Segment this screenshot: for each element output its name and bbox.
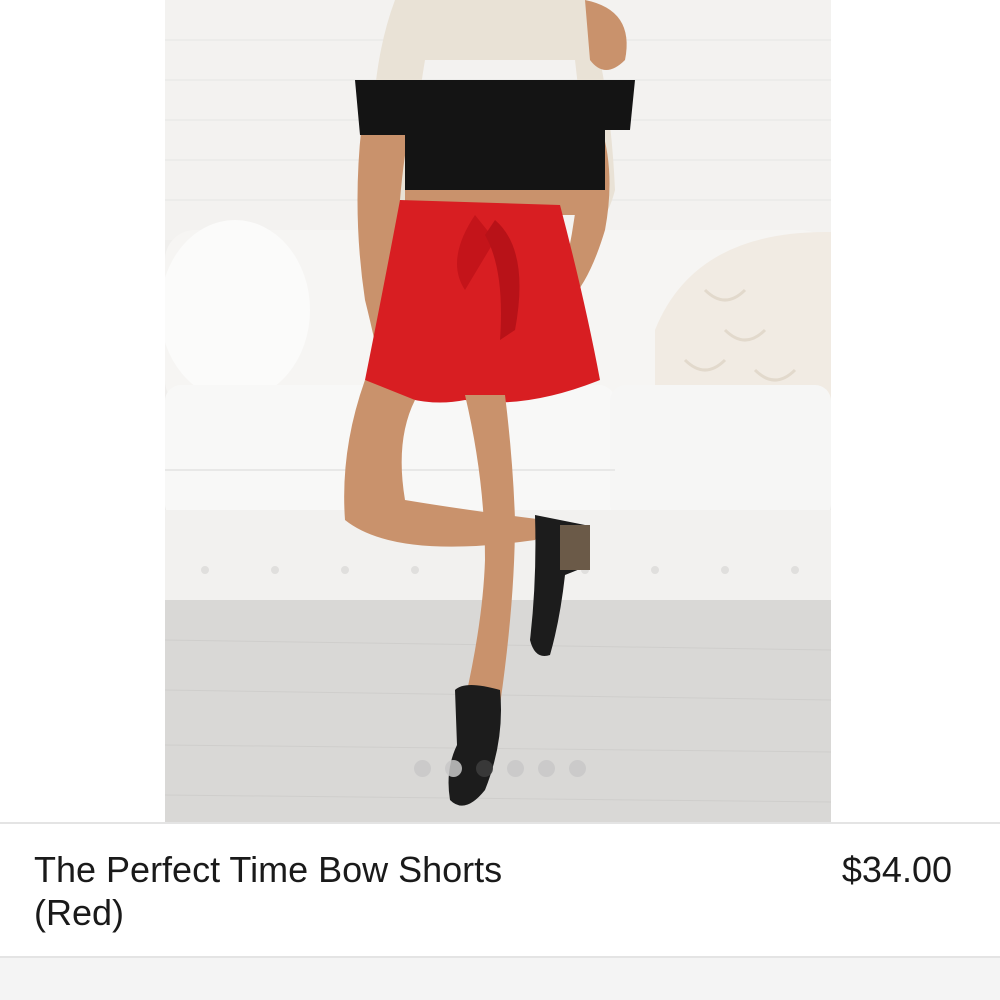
carousel-dot-active[interactable] bbox=[476, 759, 493, 777]
product-price: $34.00 bbox=[841, 849, 952, 890]
carousel-dot[interactable] bbox=[538, 759, 555, 777]
carousel-dot[interactable] bbox=[445, 759, 462, 777]
carousel-dot[interactable] bbox=[569, 759, 586, 777]
product-photo[interactable] bbox=[165, 0, 831, 822]
product-title: The Perfect Time Bow Shorts (Red) bbox=[34, 849, 503, 933]
product-detail-screen: The Perfect Time Bow Shorts (Red) $34.00 bbox=[0, 0, 1000, 1000]
carousel-dot[interactable] bbox=[507, 759, 524, 777]
carousel-dot[interactable] bbox=[414, 759, 431, 777]
product-info-bar: The Perfect Time Bow Shorts (Red) $34.00 bbox=[0, 822, 1000, 956]
bottom-divider-strip bbox=[0, 956, 1000, 1000]
carousel-pagination-dots[interactable] bbox=[0, 758, 1000, 778]
product-image-carousel[interactable] bbox=[0, 0, 1000, 822]
